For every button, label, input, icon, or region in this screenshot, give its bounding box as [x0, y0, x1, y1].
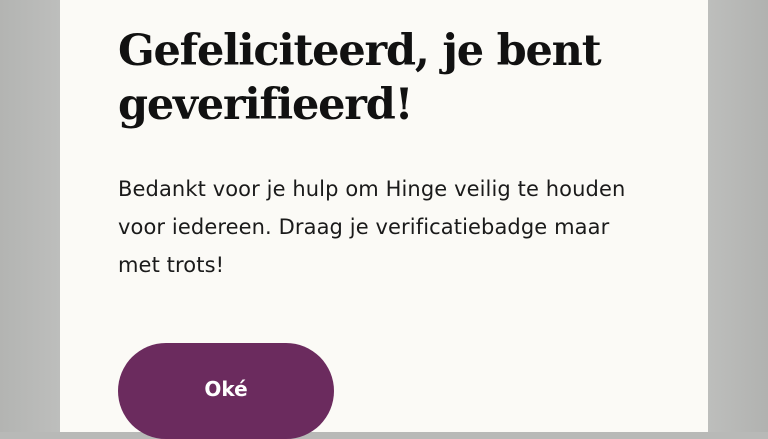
overlay-right	[708, 0, 768, 432]
dialog-message: Bedankt voor je hulp om Hinge veilig te …	[118, 177, 626, 277]
verification-success-dialog: Gefeliciteerd, je bent geverifieerd! Bed…	[60, 0, 708, 439]
ok-button[interactable]: Oké	[118, 343, 334, 439]
overlay-left	[0, 0, 60, 432]
dialog-title: Gefeliciteerd, je bent geverifieerd!	[118, 26, 602, 130]
